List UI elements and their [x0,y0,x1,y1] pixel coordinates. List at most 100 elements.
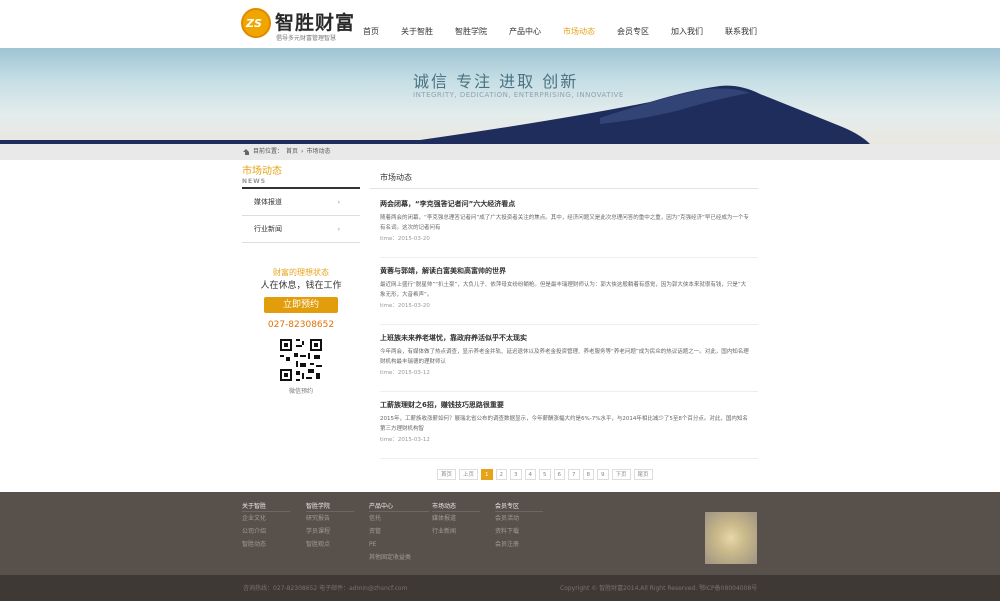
news-title[interactable]: 两会闭幕，“李克强答记者问”六大经济看点 [380,199,750,210]
footer-link[interactable]: 智胜观点 [306,538,354,551]
sidebar-item-industry[interactable]: 行业新闻 › [242,216,360,243]
banner: 诚信 专注 进取 创新 INTEGRITY, DEDICATION, ENTER… [0,48,1000,144]
footer-link[interactable]: 研究报告 [306,512,354,525]
nav-members[interactable]: 会员专区 [606,0,660,48]
footer-link[interactable]: 资管 [369,525,429,538]
brand-name: 智胜财富 [275,12,356,34]
footer-link[interactable]: 企业文化 [242,512,290,525]
nav-market[interactable]: 市场动态 [552,0,606,48]
news-item: 黄蓉与郭靖，解读白富美和高富帅的世界 最近网上盛行“脱星帅”“扒土豪”，大负儿子… [380,266,750,311]
banner-subtitle: INTEGRITY, DEDICATION, ENTERPRISING, INN… [413,91,624,99]
page-7[interactable]: 7 [568,469,580,480]
logo[interactable]: ZS 智胜财富 倡导多元财富管理智慧 [241,6,361,42]
brand-slogan: 倡导多元财富管理智慧 [276,35,337,42]
footer-heading: 关于智胜 [242,502,290,512]
chevron-right-icon: › [337,199,340,206]
footer-link[interactable]: 资料下载 [495,525,543,538]
nav-contact[interactable]: 联系我们 [714,0,768,48]
section-title: 市场动态 [370,166,758,189]
footer: 关于智胜 企业文化 公司介绍 智胜动态 智胜学院 研究报告 学员课程 智胜观点 … [0,492,1000,575]
promo-box: 财富的理想状态 人在休息，钱在工作 立即预约 027-82308652 微信预约 [242,267,360,395]
book-now-button[interactable]: 立即预约 [264,297,338,313]
page-1[interactable]: 1 [481,469,493,480]
page-4[interactable]: 4 [524,469,537,480]
breadcrumb-bar: 目前位置： 首页 › 市场动态 [0,144,1000,160]
footer-link[interactable]: 媒体报道 [432,512,480,525]
promo-line1: 财富的理想状态 [273,268,329,277]
sidebar-title-en: NEWS [242,178,267,185]
page-last[interactable]: 尾页 [633,469,653,480]
footer-qr-image [705,512,757,564]
promo-phone: 027-82308652 [267,320,335,330]
news-desc: 2015年，工薪族收涨薪如何？展瑞北省公布的调查数据显示，今年薪酬涨幅大约是6%… [380,416,748,432]
sidebar: 市场动态 NEWS 媒体报道 › 行业新闻 › [242,166,360,243]
nav-home[interactable]: 首页 [352,0,390,48]
news-desc: 随着两会的闭幕，“李克强总理答记者问”成了广大投资者关注的焦点。其中，经济问题又… [380,215,749,231]
footer-col-about: 关于智胜 企业文化 公司介绍 智胜动态 [242,502,290,551]
sidebar-item-label: 行业新闻 [254,225,282,233]
footer-link[interactable]: 学员课程 [306,525,354,538]
news-desc: 最近网上盛行“脱星帅”“扒土豪”，大负儿子、依萍母女纷纷躺枪。但是最丰瑞理财师认… [380,282,747,298]
sidebar-item-label: 媒体报道 [254,198,282,206]
breadcrumb-home[interactable]: 首页 [286,144,298,160]
breadcrumb-prefix: 目前位置： [253,148,284,155]
nav-products[interactable]: 产品中心 [498,0,552,48]
news-divider [380,324,758,325]
breadcrumb-separator: › [301,148,304,155]
footer-col-members: 会员专区 会员活动 资料下载 会员注册 [495,502,543,551]
home-icon [243,148,250,156]
news-time: time：2015-03-20 [380,236,430,242]
footer-link[interactable]: 会员注册 [495,538,543,551]
news-title[interactable]: 黄蓉与郭靖，解读白富美和高富帅的世界 [380,266,750,277]
footer-copyright: Copyright © 智胜财富2014,All Right Reserved.… [560,585,758,592]
logo-mark-text: ZS [246,17,262,30]
banner-title: 诚信 专注 进取 创新 [413,72,579,91]
page-next[interactable]: 下页 [611,469,631,480]
footer-link[interactable]: 会员活动 [495,512,543,525]
footer-col-products: 产品中心 信托 资管 PE 其他固定收益类 [369,502,429,564]
pagination: 首页 上页 1 2 3 4 5 6 7 8 9 下页 尾页 [437,469,653,480]
footer-heading: 产品中心 [369,502,429,512]
footer-link[interactable]: 公司介绍 [242,525,290,538]
footer-col-academy: 智胜学院 研究报告 学员课程 智胜观点 [306,502,354,551]
footer-contact: 咨询热线：027-82308652 电子邮件：admin@zhsncf.com [243,585,408,592]
footer-link[interactable]: 信托 [369,512,429,525]
page-2[interactable]: 2 [495,469,508,480]
qr-code-icon [278,337,324,383]
breadcrumb-current[interactable]: 市场动态 [306,144,330,160]
news-item: 工薪族理财之6招，赚钱技巧思路很重要 2015年，工薪族收涨薪如何？展瑞北省公布… [380,400,750,445]
nav-join[interactable]: 加入我们 [660,0,714,48]
news-time: time：2015-03-12 [380,437,430,443]
promo-line2: 人在休息，钱在工作 [260,281,342,291]
footer-col-market: 市场动态 媒体报道 行业新闻 [432,502,480,538]
site-header: ZS 智胜财富 倡导多元财富管理智慧 首页 关于智胜 智胜学院 产品中心 市场动… [0,0,1000,48]
news-title[interactable]: 上班族未来养老堪忧，靠政府养活似乎不太现实 [380,333,750,344]
page-8[interactable]: 8 [582,469,595,480]
news-divider [380,391,758,392]
nav-academy[interactable]: 智胜学院 [444,0,498,48]
news-title[interactable]: 工薪族理财之6招，赚钱技巧思路很重要 [380,400,750,411]
page-9[interactable]: 9 [597,469,609,480]
chevron-right-icon: › [337,226,340,233]
footer-heading: 市场动态 [432,502,480,512]
news-divider [380,458,758,459]
page-prev[interactable]: 上页 [459,469,479,480]
footer-link[interactable]: 智胜动态 [242,538,290,551]
qr-caption: 微信预约 [288,388,313,395]
page-6[interactable]: 6 [553,469,566,480]
news-time: time：2015-03-12 [380,370,430,376]
page-5[interactable]: 5 [539,469,551,480]
sidebar-title: 市场动态 [242,166,282,177]
page-3[interactable]: 3 [510,469,522,480]
news-divider [380,257,758,258]
footer-heading: 智胜学院 [306,502,354,512]
footer-link[interactable]: 行业新闻 [432,525,480,538]
sidebar-item-media[interactable]: 媒体报道 › [242,189,360,216]
footer-link[interactable]: 其他固定收益类 [369,551,429,564]
page-first[interactable]: 首页 [437,469,457,480]
nav-about[interactable]: 关于智胜 [390,0,444,48]
news-desc: 今年两会，有媒体做了热点调查，显示养老金并轨、延迟退休以及养老金投资管理、养老服… [380,349,749,365]
news-list: 市场动态 [370,166,758,189]
footer-link[interactable]: PE [369,538,429,551]
main-nav: 首页 关于智胜 智胜学院 产品中心 市场动态 会员专区 加入我们 联系我们 [352,0,768,48]
